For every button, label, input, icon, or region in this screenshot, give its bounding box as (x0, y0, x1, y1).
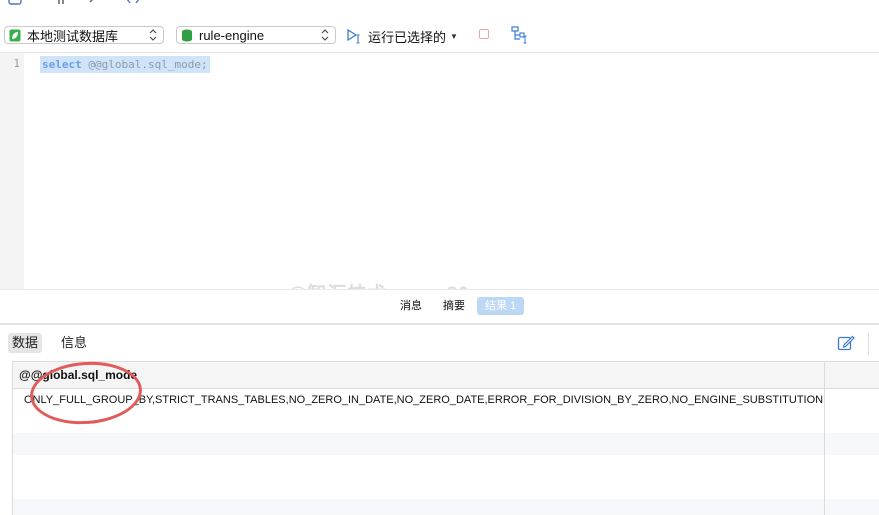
sql-keyword: select (42, 58, 82, 71)
tab-data[interactable]: 数据 (8, 333, 43, 353)
run-selected-label: 运行已选择的 (368, 29, 447, 45)
sql-editor[interactable]: 1 select @@global.sql_mode; @智汇技术 www.80… (0, 52, 879, 305)
stop-button[interactable] (479, 29, 489, 39)
tab-messages[interactable]: 消息 (392, 297, 430, 315)
empty-row (13, 433, 879, 455)
result-grid: @@global.sql_mode ONLY_FULL_GROUP_BY,STR… (12, 361, 879, 515)
chevron-updown-icon (321, 29, 329, 41)
line-number: 1 (13, 57, 20, 70)
code-icon[interactable] (126, 0, 140, 6)
edit-pencil-icon[interactable] (837, 334, 855, 352)
database-toolbar-icon[interactable] (8, 0, 22, 6)
connection-leaf-icon (9, 29, 21, 41)
chevron-updown-icon (149, 29, 157, 41)
connection-select[interactable]: 本地测试数据库 (4, 26, 164, 44)
top-icon-strip (0, 0, 879, 8)
database-label: rule-engine (199, 27, 265, 43)
tab-info[interactable]: 信息 (57, 333, 91, 353)
result-tabs: 消息 摘要 结果 1 (0, 289, 879, 324)
dropdown-caret-icon[interactable]: ▼ (450, 32, 458, 41)
sql-expression: @@global.sql_mode; (81, 58, 208, 71)
code-line[interactable]: select @@global.sql_mode; (40, 56, 210, 73)
play-cursor-icon (347, 28, 360, 44)
connection-label: 本地测试数据库 (27, 28, 119, 44)
tab-result-1[interactable]: 结果 1 (477, 297, 525, 315)
table-row[interactable]: ONLY_FULL_GROUP_BY,STRICT_TRANS_TABLES,N… (13, 389, 879, 411)
empty-row (13, 499, 879, 515)
tools-icon[interactable] (88, 0, 102, 6)
query-toolbar: 本地测试数据库 rule-engine 运行已选择的 ▼ (0, 18, 879, 54)
column-separator (824, 362, 825, 515)
run-selected-button[interactable]: 运行已选择的 ▼ (346, 26, 458, 46)
explain-icon[interactable] (511, 26, 529, 44)
format-icon[interactable] (56, 0, 70, 6)
toolbar-divider (868, 333, 869, 355)
line-gutter: 1 (0, 53, 24, 290)
result-panel: 数据 信息 @@global.sql_mode ONLY_FULL_GROUP_… (0, 323, 879, 515)
database-icon (182, 29, 192, 41)
database-select[interactable]: rule-engine (176, 26, 336, 44)
grid-header: @@global.sql_mode (13, 362, 879, 389)
tab-summary[interactable]: 摘要 (435, 297, 473, 315)
table-cell[interactable]: ONLY_FULL_GROUP_BY,STRICT_TRANS_TABLES,N… (24, 394, 823, 406)
